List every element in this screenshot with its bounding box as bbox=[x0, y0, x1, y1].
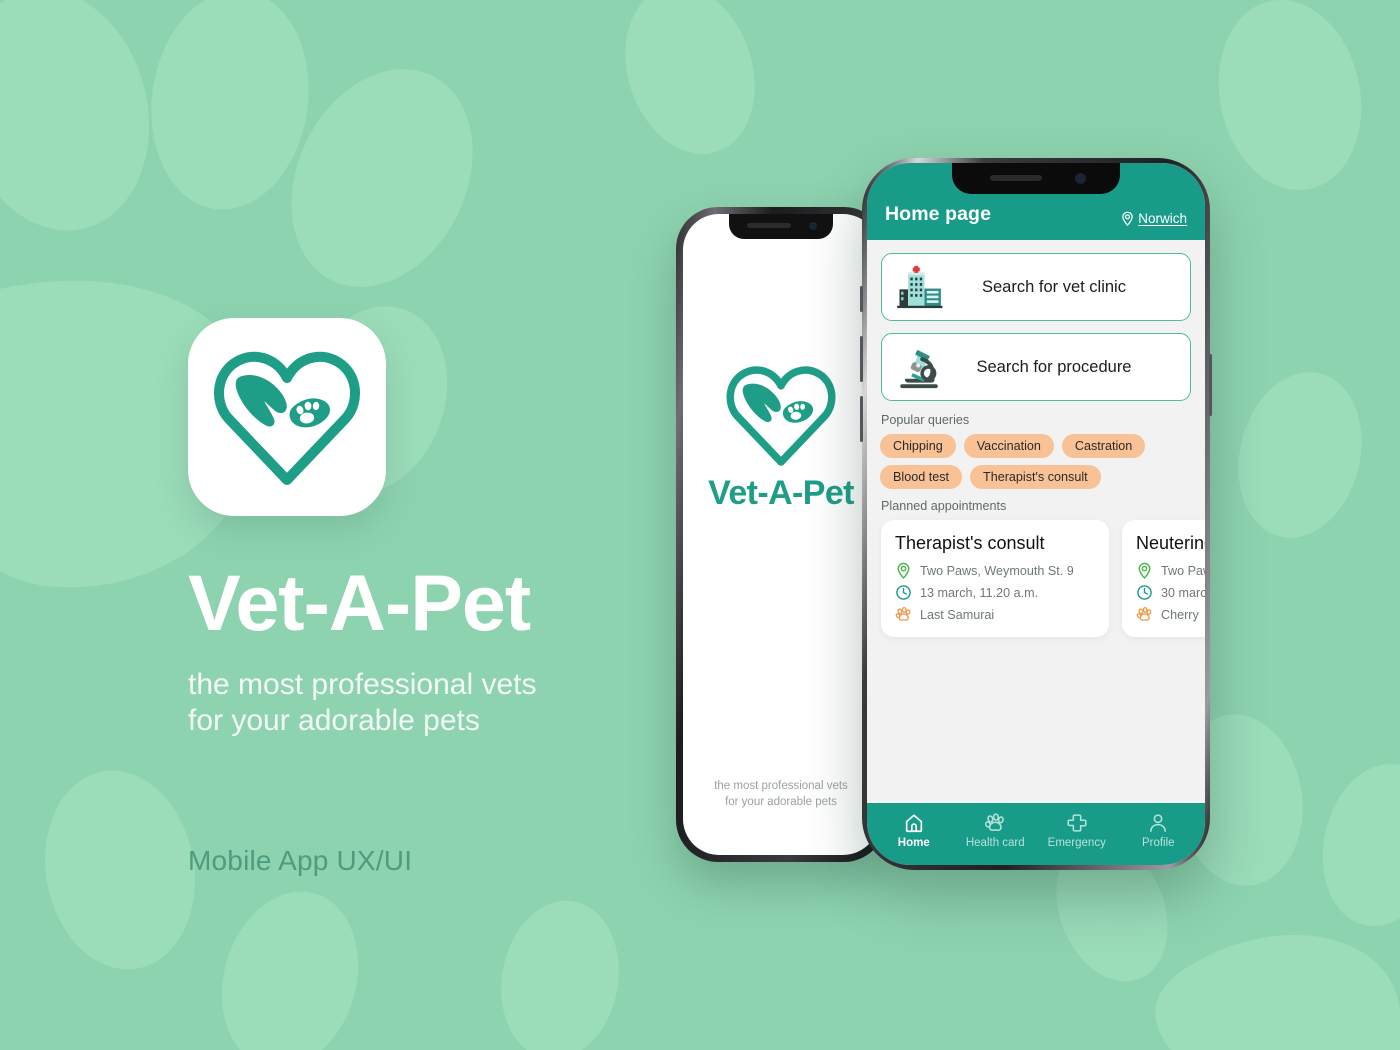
volume-down-button[interactable] bbox=[860, 396, 863, 442]
phone-mockup-splash: Vet-A-Pet the most professional vets for… bbox=[676, 207, 886, 862]
tab-health-card-label: Health card bbox=[965, 837, 1025, 849]
appointment-pet: Cherry bbox=[1161, 607, 1199, 622]
brand-block: Vet-A-Pet the most professional vets for… bbox=[188, 318, 708, 739]
splash-tagline: the most professional vets for your ador… bbox=[683, 778, 879, 811]
app-logo-tile bbox=[188, 318, 386, 516]
appointment-pet: Last Samurai bbox=[920, 607, 995, 622]
clock-icon bbox=[1137, 585, 1152, 600]
brand-tagline: the most professional vets for your ador… bbox=[188, 667, 618, 739]
query-chip[interactable]: Vaccination bbox=[963, 434, 1054, 458]
splash-app-name: Vet-A-Pet bbox=[708, 474, 854, 512]
power-button[interactable] bbox=[1209, 354, 1212, 416]
appointment-time-row: 30 march, 9.00 a.m. bbox=[1136, 584, 1205, 601]
query-chip[interactable]: Blood test bbox=[880, 465, 963, 489]
phone-mockup-home: Home page Norwich Search for vet clinic … bbox=[860, 158, 1212, 870]
splash-screen: Vet-A-Pet the most professional vets for… bbox=[683, 214, 879, 855]
earpiece-speaker bbox=[990, 175, 1042, 181]
appointment-time: 13 march, 11.20 a.m. bbox=[920, 585, 1039, 600]
plus-cross-icon bbox=[1067, 814, 1087, 832]
location-label: Norwich bbox=[1138, 211, 1187, 226]
search-procedure-button[interactable]: Search for procedure bbox=[881, 333, 1191, 401]
phone-screen: Home page Norwich Search for vet clinic … bbox=[867, 163, 1205, 865]
paw-icon bbox=[985, 813, 1005, 832]
query-chip[interactable]: Castration bbox=[1061, 434, 1146, 458]
tab-home[interactable]: Home bbox=[873, 812, 955, 849]
person-icon bbox=[1150, 814, 1167, 833]
mute-switch[interactable] bbox=[860, 286, 863, 312]
location-pin-icon bbox=[897, 562, 910, 579]
hospital-building-icon bbox=[897, 265, 943, 309]
appointment-place-row: Two Paws, Weymouth St. 9 bbox=[1136, 562, 1205, 579]
location-pin-icon bbox=[1138, 562, 1151, 579]
appointment-title: Therapist's consult bbox=[895, 533, 1045, 553]
search-vet-clinic-button[interactable]: Search for vet clinic bbox=[881, 253, 1191, 321]
tab-profile-label: Profile bbox=[1141, 837, 1175, 849]
appointment-pet-row: Last Samurai bbox=[895, 606, 1095, 623]
tab-health-card[interactable]: Health card bbox=[955, 812, 1037, 849]
bottom-navigation: Home Health card Emergency Profile bbox=[867, 803, 1205, 865]
splash-tagline-line2: for your adorable pets bbox=[725, 796, 837, 809]
query-chip[interactable]: Therapist's consult bbox=[970, 465, 1101, 489]
search-vet-clinic-label: Search for vet clinic bbox=[982, 277, 1126, 296]
paw-icon bbox=[1136, 606, 1152, 621]
tab-home-label: Home bbox=[897, 837, 930, 849]
app-content: Search for vet clinic Search for procedu… bbox=[867, 240, 1205, 803]
page-title: Vet-A-Pet bbox=[188, 558, 531, 647]
paw-icon bbox=[895, 606, 911, 621]
phone-notch bbox=[952, 163, 1120, 194]
appointment-card[interactable]: Neutering Two Paws, Weymouth St. 9 bbox=[1122, 520, 1205, 637]
appointments-carousel[interactable]: Therapist's consult Two Paws, Weymouth S… bbox=[867, 520, 1205, 637]
appointment-time-row: 13 march, 11.20 a.m. bbox=[895, 584, 1095, 601]
tab-emergency-label: Emergency bbox=[1047, 837, 1106, 849]
front-camera bbox=[1075, 173, 1086, 184]
tab-emergency[interactable]: Emergency bbox=[1036, 812, 1118, 849]
splash-tagline-line1: the most professional vets bbox=[714, 779, 848, 792]
planned-appointments-title: Planned appointments bbox=[881, 499, 1007, 513]
appointment-time: 30 march, 9.00 a.m. bbox=[1161, 585, 1205, 600]
query-chip[interactable]: Chipping bbox=[880, 434, 956, 458]
heart-hand-paw-icon bbox=[726, 366, 836, 466]
brand-footer-label: Mobile App UX/UI bbox=[188, 845, 413, 876]
heart-hand-paw-icon bbox=[213, 351, 361, 485]
search-procedure-label: Search for procedure bbox=[976, 357, 1132, 376]
phone-screen: Vet-A-Pet the most professional vets for… bbox=[683, 214, 879, 855]
microscope-icon bbox=[900, 349, 938, 389]
tab-profile[interactable]: Profile bbox=[1118, 812, 1200, 849]
appointment-title: Neutering bbox=[1136, 533, 1205, 553]
brand-tagline-line1: the most professional vets bbox=[188, 668, 537, 702]
popular-queries-chips: Chipping Vaccination Castration Blood te… bbox=[880, 434, 1192, 489]
app-page-title: Home page bbox=[885, 203, 992, 225]
appointment-place-row: Two Paws, Weymouth St. 9 bbox=[895, 562, 1095, 579]
appointment-pet-row: Cherry bbox=[1136, 606, 1205, 623]
home-icon bbox=[905, 814, 922, 833]
appointment-card[interactable]: Therapist's consult Two Paws, Weymouth S… bbox=[881, 520, 1109, 637]
appointment-place: Two Paws, Weymouth St. 9 bbox=[920, 563, 1074, 578]
clock-icon bbox=[896, 585, 911, 600]
appointment-place: Two Paws, Weymouth St. 9 bbox=[1161, 563, 1205, 578]
volume-up-button[interactable] bbox=[860, 336, 863, 382]
location-pin-icon bbox=[1122, 211, 1133, 226]
brand-tagline-line2: for your adorable pets bbox=[188, 704, 480, 738]
location-selector[interactable]: Norwich bbox=[1120, 211, 1187, 226]
popular-queries-title: Popular queries bbox=[881, 413, 970, 427]
